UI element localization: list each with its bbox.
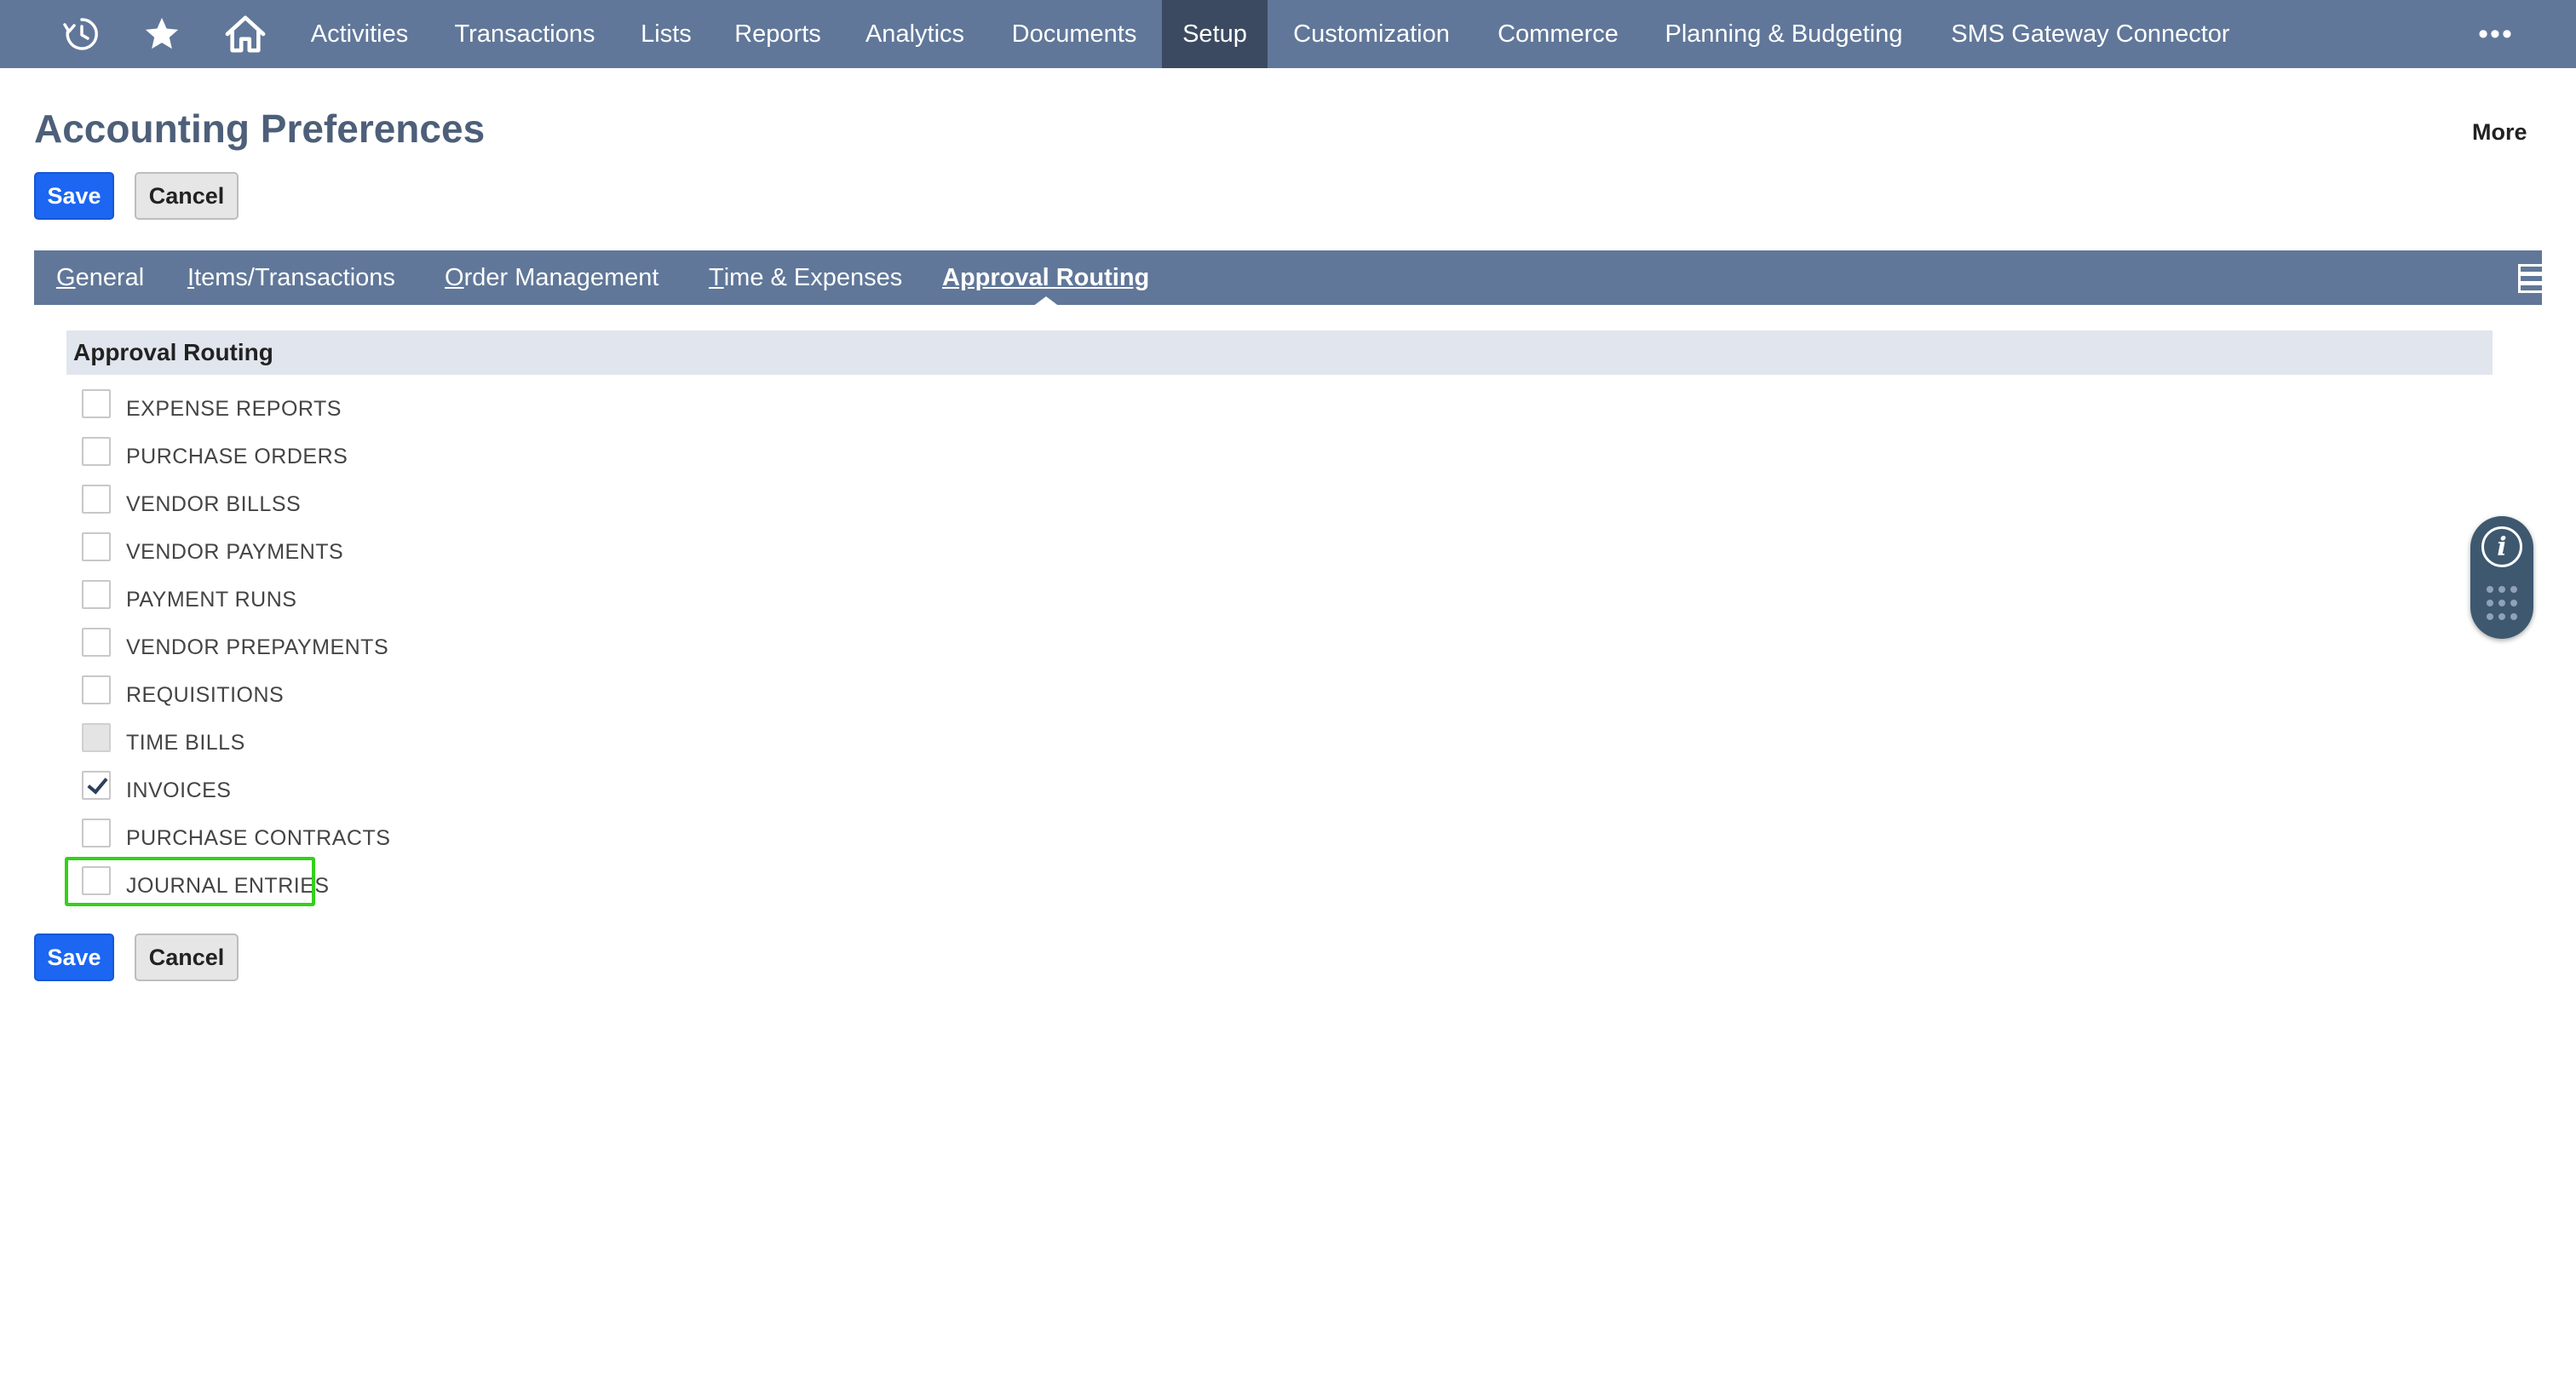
subtab-accel-key: T — [709, 263, 724, 291]
checkbox-row-payment-runs[interactable]: PAYMENT RUNS — [82, 580, 297, 617]
checkbox-row-invoices[interactable]: INVOICES — [82, 771, 232, 807]
subtab-label: rder Management — [463, 263, 659, 291]
subtab-label: Approval Routing — [942, 263, 1150, 291]
nav-item-setup[interactable]: Setup — [1162, 0, 1268, 68]
checkbox-label: PURCHASE CONTRACTS — [126, 825, 391, 850]
subtab-label: tems/Transactions — [194, 263, 395, 291]
checkbox-row-purchase-orders[interactable]: PURCHASE ORDERS — [82, 437, 348, 474]
purchase-contracts-checkbox[interactable] — [82, 819, 111, 847]
star-icon[interactable] — [136, 0, 187, 68]
nav-item-customization[interactable]: Customization — [1278, 0, 1465, 68]
home-icon[interactable] — [220, 0, 271, 68]
vendor-bills-checkbox[interactable] — [82, 485, 111, 514]
checkbox-label: INVOICES — [126, 778, 232, 802]
subtab-order-management[interactable]: Order Management — [445, 250, 658, 305]
checkbox-label: TIME BILLS — [126, 730, 245, 755]
expense-reports-checkbox[interactable] — [82, 389, 111, 418]
purchase-orders-checkbox[interactable] — [82, 437, 111, 466]
save-button-bottom[interactable]: Save — [34, 934, 114, 981]
cancel-button-top[interactable]: Cancel — [135, 172, 239, 220]
checkbox-row-expense-reports[interactable]: EXPENSE REPORTS — [82, 389, 342, 426]
invoices-checkbox[interactable] — [82, 771, 111, 800]
checkbox-label: PAYMENT RUNS — [126, 587, 297, 612]
checkbox-label: EXPENSE REPORTS — [126, 396, 342, 421]
checkbox-label: PURCHASE ORDERS — [126, 444, 348, 468]
page-root: Activities Transactions Lists Reports An… — [0, 0, 2576, 1373]
time-bills-checkbox — [82, 723, 111, 752]
checkbox-row-vendor-bills[interactable]: VENDOR BILLSS — [82, 485, 302, 521]
save-button-top[interactable]: Save — [34, 172, 114, 220]
checkbox-row-vendor-payments[interactable]: VENDOR PAYMENTS — [82, 532, 344, 569]
top-navigation-bar: Activities Transactions Lists Reports An… — [0, 0, 2576, 68]
checkbox-row-requisitions[interactable]: REQUISITIONS — [82, 675, 285, 712]
nav-item-analytics[interactable]: Analytics — [850, 0, 980, 68]
nav-item-transactions[interactable]: Transactions — [441, 0, 608, 68]
layout-toggle-icon[interactable] — [2518, 264, 2549, 293]
active-tab-pointer — [1032, 296, 1060, 307]
requisitions-checkbox[interactable] — [82, 675, 111, 704]
nav-item-sms-gateway-connector[interactable]: SMS Gateway Connector — [1937, 0, 2244, 68]
drag-handle-icon[interactable] — [2485, 584, 2519, 622]
nav-item-reports[interactable]: Reports — [721, 0, 835, 68]
more-menu-icon[interactable]: ••• — [2470, 0, 2521, 68]
nav-item-lists[interactable]: Lists — [627, 0, 705, 68]
section-header-approval-routing: Approval Routing — [66, 330, 2493, 375]
subtab-bar: General Items/Transactions Order Managem… — [34, 250, 2549, 305]
nav-item-documents[interactable]: Documents — [993, 0, 1155, 68]
nav-item-commerce[interactable]: Commerce — [1484, 0, 1632, 68]
checkbox-row-time-bills: TIME BILLS — [82, 723, 245, 760]
info-icon[interactable]: i — [2481, 526, 2522, 567]
subtab-label: ime & Expenses — [723, 263, 903, 291]
recent-icon[interactable] — [56, 0, 107, 68]
vendor-payments-checkbox[interactable] — [82, 532, 111, 561]
page-title: Accounting Preferences — [34, 106, 486, 151]
more-actions-link[interactable]: More — [2472, 119, 2527, 146]
checkbox-label: REQUISITIONS — [126, 682, 285, 707]
checkbox-label: VENDOR PREPAYMENTS — [126, 635, 389, 659]
checkbox-row-purchase-contracts[interactable]: PURCHASE CONTRACTS — [82, 819, 391, 855]
focus-highlight-box — [65, 857, 315, 906]
subtab-accel-key: G — [56, 263, 76, 291]
checkbox-label: VENDOR PAYMENTS — [126, 539, 344, 564]
subtab-accel-key: O — [445, 263, 464, 291]
cancel-button-bottom[interactable]: Cancel — [135, 934, 239, 981]
subtab-time-expenses[interactable]: Time & Expenses — [709, 250, 902, 305]
checkbox-label: VENDOR BILLSS — [126, 491, 302, 516]
floating-help-widget: i — [2470, 516, 2533, 639]
subtab-label: eneral — [75, 263, 145, 291]
nav-item-planning-budgeting[interactable]: Planning & Budgeting — [1651, 0, 1917, 68]
nav-item-activities[interactable]: Activities — [290, 0, 429, 68]
payment-runs-checkbox[interactable] — [82, 580, 111, 609]
vendor-prepayments-checkbox[interactable] — [82, 628, 111, 657]
checkbox-row-vendor-prepayments[interactable]: VENDOR PREPAYMENTS — [82, 628, 389, 664]
subtab-accel-key: I — [187, 263, 195, 291]
subtab-items-transactions[interactable]: Items/Transactions — [187, 250, 395, 305]
subtab-general[interactable]: General — [56, 250, 144, 305]
